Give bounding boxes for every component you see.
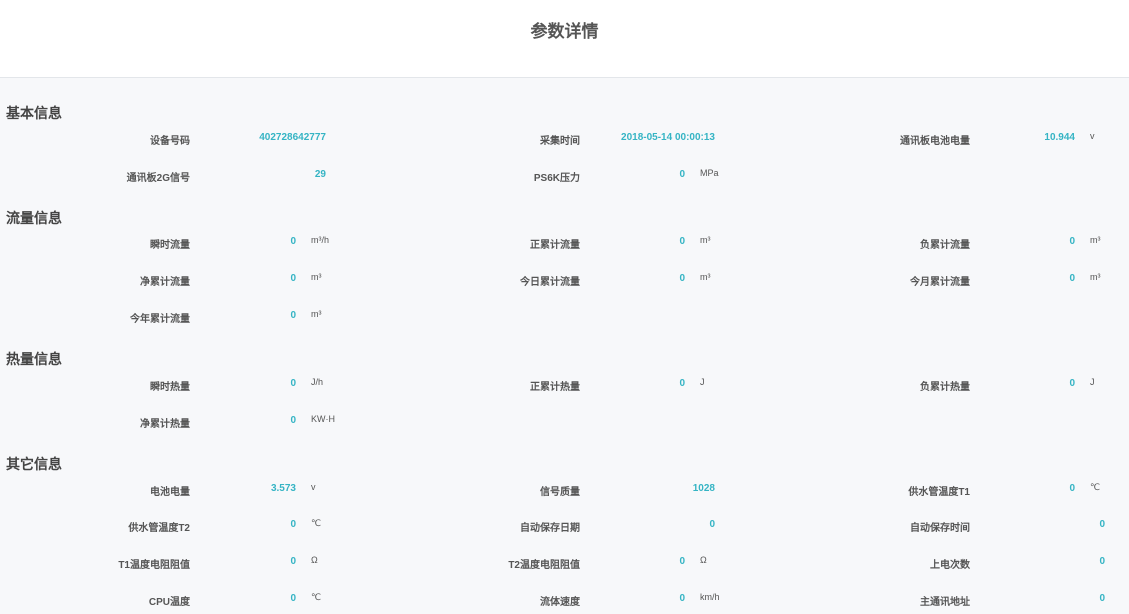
field-label: 供水管温度T2 xyxy=(128,523,190,534)
field-unit: ℃ xyxy=(1090,482,1101,492)
field-unit: km/h xyxy=(700,592,720,602)
field-unit: m³ xyxy=(1090,235,1101,245)
field-label: 流体速度 xyxy=(540,597,580,608)
field-value: 0 xyxy=(1069,236,1075,247)
field-label: 净累计热量 xyxy=(140,419,190,430)
field-unit: J xyxy=(1090,377,1095,387)
field-value: 0 xyxy=(1099,593,1105,604)
field-value: 0 xyxy=(290,593,296,604)
field-label: T2温度电阻阻值 xyxy=(508,560,580,571)
field-unit: v xyxy=(311,482,316,492)
field-label: 瞬时流量 xyxy=(150,240,190,251)
field-unit: J xyxy=(700,377,705,387)
params-content: 基本信息 设备号码 402728642777 采集时间 2018-05-14 0… xyxy=(0,78,1129,614)
field-label: 正累计流量 xyxy=(530,240,580,251)
field-label: 信号质量 xyxy=(540,487,580,498)
field-label: 负累计热量 xyxy=(920,382,970,393)
field-unit: m³ xyxy=(311,309,322,319)
field-label: 瞬时热量 xyxy=(150,382,190,393)
field-value: 0 xyxy=(290,378,296,389)
field-value: 0 xyxy=(290,310,296,321)
page-title: 参数详情 xyxy=(530,22,599,41)
field-label: 自动保存时间 xyxy=(910,523,970,534)
field-unit: Ω xyxy=(311,555,318,565)
field-value: 0 xyxy=(1069,273,1075,284)
field-value: 0 xyxy=(679,593,685,604)
field-label: 今年累计流量 xyxy=(130,314,190,325)
field-value: 0 xyxy=(679,169,685,180)
field-value: 0 xyxy=(679,273,685,284)
section-title-flow: 流量信息 xyxy=(6,210,62,226)
field-unit: J/h xyxy=(311,377,324,387)
field-unit: MPa xyxy=(700,168,719,178)
field-value: 2018-05-14 00:00:13 xyxy=(621,132,715,143)
field-label: CPU温度 xyxy=(148,597,190,608)
field-value: 10.944 xyxy=(1044,132,1075,143)
field-value: 0 xyxy=(679,556,685,567)
field-value: 0 xyxy=(1099,519,1105,530)
field-value: 0 xyxy=(1069,378,1075,389)
field-label: 今日累计流量 xyxy=(520,277,580,288)
field-label: 自动保存日期 xyxy=(520,523,580,534)
field-label: 上电次数 xyxy=(930,560,970,571)
field-unit: Ω xyxy=(700,555,707,565)
field-unit: ℃ xyxy=(311,518,322,528)
field-unit: m³ xyxy=(1090,272,1101,282)
page-header: 参数详情 xyxy=(0,0,1129,78)
field-unit: KW·H xyxy=(311,414,335,424)
field-value: 0 xyxy=(1069,483,1075,494)
section-title-basic: 基本信息 xyxy=(6,105,62,121)
field-value: 0 xyxy=(290,273,296,284)
field-label: T1温度电阻阻值 xyxy=(118,560,190,571)
field-label: 正累计热量 xyxy=(530,382,580,393)
field-label: 采集时间 xyxy=(540,136,580,147)
field-value: 0 xyxy=(679,236,685,247)
field-value: 0 xyxy=(709,519,715,530)
field-unit: m³ xyxy=(700,272,711,282)
field-value: 402728642777 xyxy=(259,132,326,143)
field-label: 今月累计流量 xyxy=(910,277,970,288)
field-value: 0 xyxy=(1099,556,1105,567)
field-unit: m³/h xyxy=(311,235,329,245)
field-label: 通讯板2G信号 xyxy=(126,173,190,184)
field-label: 负累计流量 xyxy=(920,240,970,251)
field-label: PS6K压力 xyxy=(533,173,580,184)
field-value: 1028 xyxy=(692,483,715,494)
field-label: 主通讯地址 xyxy=(920,597,970,608)
section-title-heat: 热量信息 xyxy=(6,351,62,367)
field-value: 0 xyxy=(290,236,296,247)
field-value: 0 xyxy=(290,415,296,426)
field-value: 3.573 xyxy=(270,483,296,494)
field-value: 0 xyxy=(290,556,296,567)
field-value: 0 xyxy=(290,519,296,530)
section-title-other: 其它信息 xyxy=(6,456,62,472)
field-value: 0 xyxy=(679,378,685,389)
field-unit: m³ xyxy=(700,235,711,245)
field-label: 设备号码 xyxy=(150,136,190,147)
field-label: 通讯板电池电量 xyxy=(900,136,970,147)
field-unit: v xyxy=(1090,131,1095,141)
field-label: 供水管温度T1 xyxy=(908,487,970,498)
field-unit: m³ xyxy=(311,272,322,282)
field-label: 净累计流量 xyxy=(140,277,190,288)
field-unit: ℃ xyxy=(311,592,322,602)
field-label: 电池电量 xyxy=(150,487,190,498)
field-value: 29 xyxy=(314,169,326,180)
